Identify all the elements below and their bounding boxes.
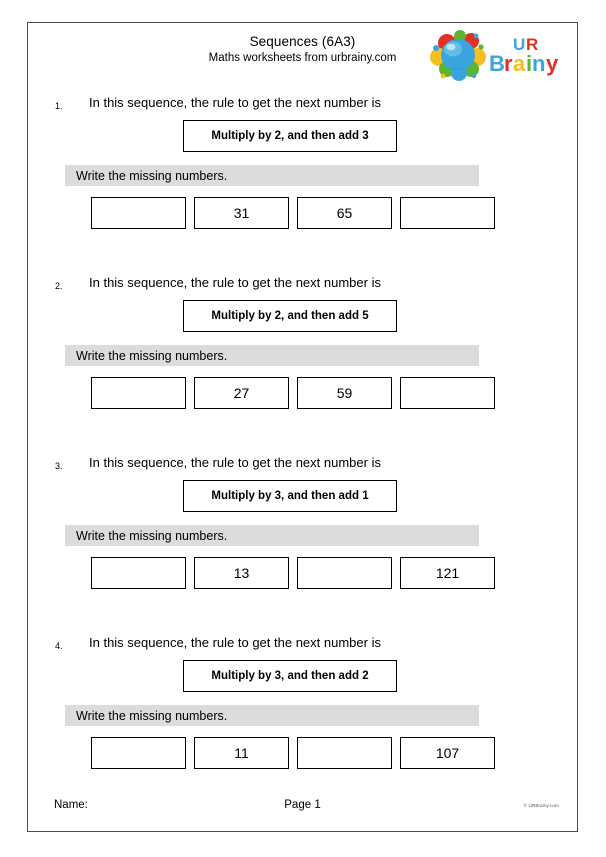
- answer-box[interactable]: [91, 197, 186, 229]
- urbrainy-logo[interactable]: U R B r a i n y: [427, 27, 572, 83]
- answer-box[interactable]: 27: [194, 377, 289, 409]
- instruction-bar: Write the missing numbers.: [65, 525, 479, 546]
- question-number: 2.: [55, 281, 63, 291]
- svg-text:a: a: [513, 51, 526, 76]
- answer-box[interactable]: 11: [194, 737, 289, 769]
- logo-head-icon: [441, 39, 475, 71]
- answer-box[interactable]: [91, 737, 186, 769]
- instruction-bar: Write the missing numbers.: [65, 345, 479, 366]
- rule-box: Multiply by 2, and then add 3: [183, 120, 397, 152]
- answer-row: 27 59: [91, 377, 497, 409]
- answer-box[interactable]: 13: [194, 557, 289, 589]
- question-number: 1.: [55, 101, 63, 111]
- answer-box[interactable]: [400, 377, 495, 409]
- answer-box[interactable]: [297, 557, 392, 589]
- answer-row: 31 65: [91, 197, 497, 229]
- copyright-notice: © URBrainy.com: [523, 803, 559, 808]
- question-number: 3.: [55, 461, 63, 471]
- question-prompt: In this sequence, the rule to get the ne…: [89, 275, 381, 290]
- worksheet-header: Sequences (6A3) Maths worksheets from ur…: [28, 23, 577, 85]
- answer-box[interactable]: 59: [297, 377, 392, 409]
- answer-box[interactable]: 65: [297, 197, 392, 229]
- svg-text:n: n: [532, 51, 545, 76]
- answer-row: 11 107: [91, 737, 497, 769]
- worksheet-page: Sequences (6A3) Maths worksheets from ur…: [27, 22, 578, 832]
- page-number: Page 1: [284, 799, 321, 811]
- logo-text-brainy: B r a i n y: [488, 50, 561, 78]
- svg-text:y: y: [546, 51, 559, 76]
- rule-box: Multiply by 2, and then add 5: [183, 300, 397, 332]
- answer-box[interactable]: 31: [194, 197, 289, 229]
- answer-box[interactable]: [400, 197, 495, 229]
- question-prompt: In this sequence, the rule to get the ne…: [89, 635, 381, 650]
- answer-box[interactable]: [91, 377, 186, 409]
- question-number: 4.: [55, 641, 63, 651]
- question-prompt: In this sequence, the rule to get the ne…: [89, 95, 381, 110]
- answer-box[interactable]: [91, 557, 186, 589]
- answer-box[interactable]: [297, 737, 392, 769]
- instruction-bar: Write the missing numbers.: [65, 705, 479, 726]
- svg-text:B: B: [489, 51, 505, 76]
- answer-box[interactable]: 121: [400, 557, 495, 589]
- rule-box: Multiply by 3, and then add 1: [183, 480, 397, 512]
- question-prompt: In this sequence, the rule to get the ne…: [89, 455, 381, 470]
- answer-box[interactable]: 107: [400, 737, 495, 769]
- answer-row: 13 121: [91, 557, 497, 589]
- instruction-bar: Write the missing numbers.: [65, 165, 479, 186]
- worksheet-footer: Name: Page 1 © URBrainy.com: [28, 799, 577, 817]
- svg-text:r: r: [504, 51, 513, 76]
- rule-box: Multiply by 3, and then add 2: [183, 660, 397, 692]
